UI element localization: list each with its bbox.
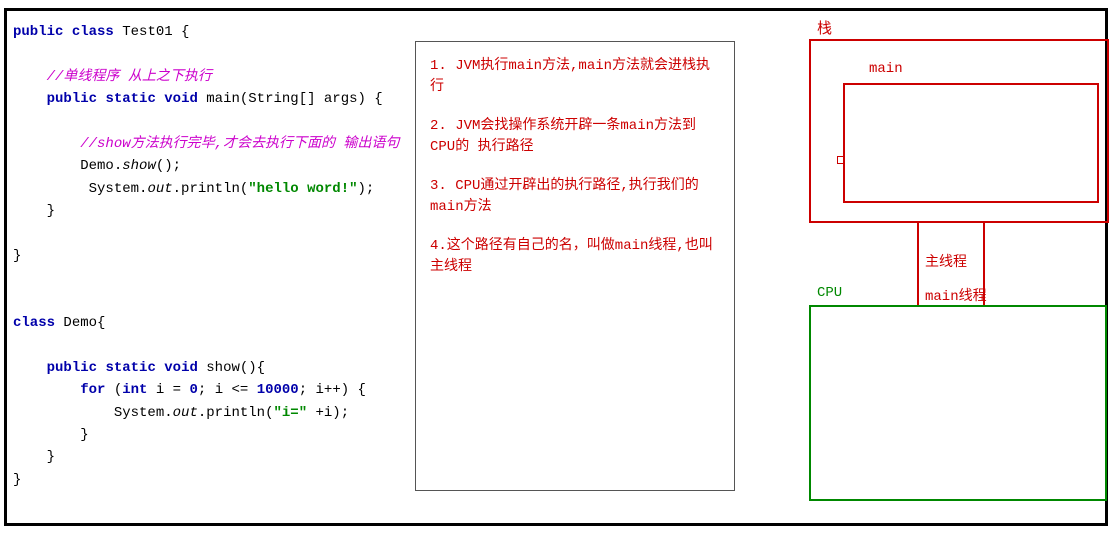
note-item: 2. JVM会找操作系统开辟一条main方法到CPU的 执行路径 xyxy=(430,116,720,158)
number-literal: 0 xyxy=(189,382,197,398)
cpu-thread-label: main线程 xyxy=(925,285,987,305)
keyword-public: public xyxy=(47,360,97,376)
code-line xyxy=(13,267,401,289)
main-box xyxy=(843,83,1099,203)
code-text: ; i++) { xyxy=(299,382,366,398)
code-line: //show方法执行完毕,才会去执行下面的 输出语句 xyxy=(13,133,401,155)
code-text: (); xyxy=(156,158,181,174)
main-thread-label: 主线程 xyxy=(925,251,967,271)
string-literal: "hello word!" xyxy=(248,181,357,197)
comment: //单线程序 从上之下执行 xyxy=(47,69,212,85)
code-line: for (int i = 0; i <= 10000; i++) { xyxy=(13,379,401,401)
code-line xyxy=(13,290,401,312)
code-text: .println( xyxy=(198,405,274,421)
code-text: System. xyxy=(114,405,173,421)
code-line xyxy=(13,111,401,133)
code-line: public class Test01 { xyxy=(13,21,401,43)
keyword-int: int xyxy=(122,382,147,398)
code-text: +i); xyxy=(307,405,349,421)
keyword-public: public xyxy=(47,91,97,107)
string-literal: "i=" xyxy=(273,405,307,421)
code-text: ); xyxy=(358,181,375,197)
code-text: System. xyxy=(89,181,148,197)
code-line: } xyxy=(13,200,401,222)
number-literal: 10000 xyxy=(257,382,299,398)
code-line xyxy=(13,334,401,356)
cpu-box xyxy=(809,305,1107,501)
code-text: .println( xyxy=(173,181,249,197)
code-text: main(String[] args) { xyxy=(198,91,383,107)
code-line: } xyxy=(13,446,401,468)
diagram-panel: 栈 main 主线程 CPU main线程 xyxy=(787,11,1107,531)
keyword-class: class xyxy=(13,315,55,331)
code-text: Test01 { xyxy=(114,24,190,40)
code-text: show(){ xyxy=(198,360,265,376)
code-line: Demo.show(); xyxy=(13,155,401,177)
brace: } xyxy=(80,427,88,443)
brace: } xyxy=(13,248,21,264)
field-out: out xyxy=(147,181,172,197)
code-line: class Demo{ xyxy=(13,312,401,334)
marker-square xyxy=(837,156,845,164)
keyword-void: void xyxy=(164,91,198,107)
code-text: Demo. xyxy=(80,158,122,174)
code-line: } xyxy=(13,469,401,491)
keyword-class: class xyxy=(72,24,114,40)
cpu-label: CPU xyxy=(817,285,842,301)
code-panel: public class Test01 { //单线程序 从上之下执行 publ… xyxy=(7,11,407,523)
code-line xyxy=(13,223,401,245)
brace: } xyxy=(47,203,55,219)
notes-panel: 1. JVM执行main方法,main方法就会进栈执行 2. JVM会找操作系统… xyxy=(415,41,735,491)
code-text: i = xyxy=(147,382,189,398)
main-label: main xyxy=(869,61,903,77)
main-container: public class Test01 { //单线程序 从上之下执行 publ… xyxy=(4,8,1108,526)
note-item: 4.这个路径有自己的名，叫做main线程,也叫主线程 xyxy=(430,236,720,278)
keyword-static: static xyxy=(105,360,155,376)
code-line: public static void show(){ xyxy=(13,357,401,379)
note-item: 3. CPU通过开辟出的执行路径,执行我们的main方法 xyxy=(430,176,720,218)
code-line: System.out.println("i=" +i); xyxy=(13,402,401,424)
thread-line xyxy=(917,223,919,305)
code-line: public static void main(String[] args) { xyxy=(13,88,401,110)
stack-label: 栈 xyxy=(817,17,832,38)
brace: } xyxy=(47,449,55,465)
keyword-for: for xyxy=(80,382,105,398)
code-line: } xyxy=(13,245,401,267)
code-text: ; i <= xyxy=(198,382,257,398)
code-line: } xyxy=(13,424,401,446)
comment: //show方法执行完毕,才会去执行下面的 输出语句 xyxy=(80,136,399,152)
code-text: ( xyxy=(105,382,122,398)
field-out: out xyxy=(173,405,198,421)
code-line: System.out.println("hello word!"); xyxy=(13,178,401,200)
keyword-void: void xyxy=(164,360,198,376)
code-line: //单线程序 从上之下执行 xyxy=(13,66,401,88)
code-text: Demo{ xyxy=(55,315,105,331)
code-line xyxy=(13,43,401,65)
keyword-public: public xyxy=(13,24,63,40)
keyword-static: static xyxy=(105,91,155,107)
method-name: show xyxy=(122,158,156,174)
brace: } xyxy=(13,472,21,488)
note-item: 1. JVM执行main方法,main方法就会进栈执行 xyxy=(430,56,720,98)
